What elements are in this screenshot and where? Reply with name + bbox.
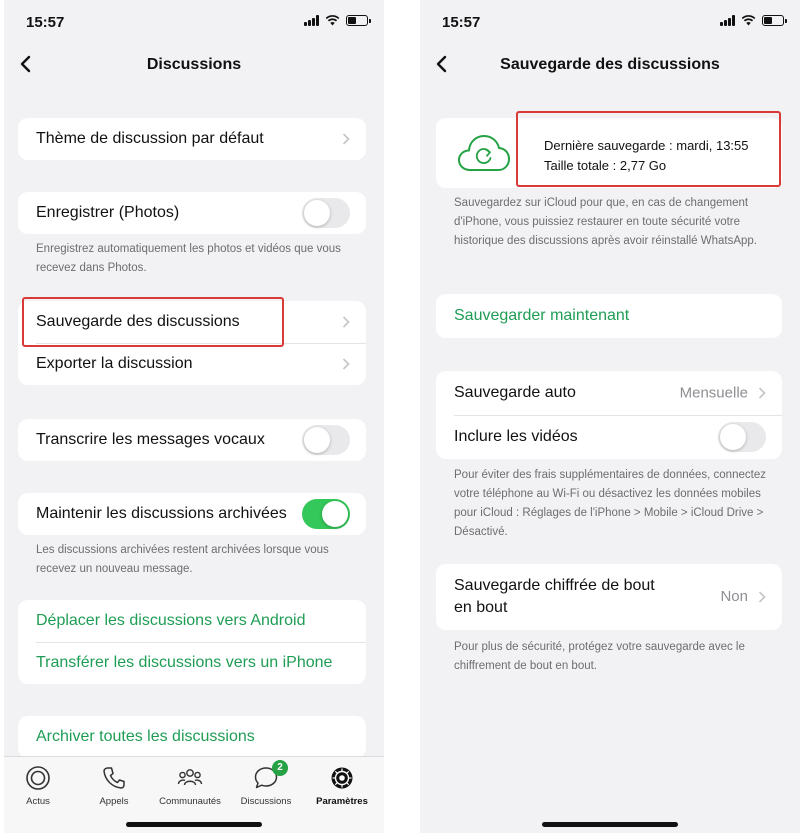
status-icons: [304, 15, 371, 26]
save-photos-toggle[interactable]: [302, 198, 350, 228]
export-chat-row[interactable]: Exporter la discussion: [18, 343, 366, 385]
home-indicator: [542, 822, 678, 827]
tab-communities[interactable]: Communautés: [152, 765, 228, 807]
backup-export-card: Sauvegarde des discussions Exporter la d…: [18, 301, 366, 385]
encrypted-backup-label-line2: en bout: [454, 599, 508, 616]
tab-bar: Actus Appels Communautés 2 Discussions P…: [4, 756, 384, 833]
chevron-right-icon: [342, 358, 350, 370]
save-photos-label: Enregistrer (Photos): [36, 204, 180, 221]
page-title: Sauvegarde des discussions: [500, 56, 720, 73]
backup-info-card: Dernière sauvegarde : mardi, 13:55 Taill…: [436, 118, 782, 188]
last-backup-text: Dernière sauvegarde : mardi, 13:55: [544, 138, 749, 153]
tab-chats[interactable]: 2 Discussions: [228, 760, 304, 807]
home-indicator: [126, 822, 262, 827]
chat-backup-label: Sauvegarde des discussions: [36, 313, 240, 330]
right-phone-screen: 15:57 Sauvegarde des discussions Dernièr…: [420, 0, 800, 833]
page-title: Discussions: [146, 56, 242, 73]
transcribe-toggle[interactable]: [302, 425, 350, 455]
tab-label: Discussions: [240, 796, 292, 807]
navigation-bar: Sauvegarde des discussions: [420, 46, 800, 86]
total-size-text: Taille totale : 2,77 Go: [544, 158, 667, 173]
mobile-data-note: Pour éviter des frais supplémentaires de…: [454, 469, 766, 538]
backup-now-label: Sauvegarder maintenant: [454, 307, 630, 324]
wifi-icon: [741, 15, 756, 26]
keep-archived-card: Maintenir les discussions archivées: [18, 493, 366, 535]
encrypted-backup-value: Non: [720, 588, 748, 605]
tab-calls[interactable]: Appels: [76, 765, 152, 807]
archive-all-row[interactable]: Archiver toutes les discussions: [18, 716, 366, 758]
include-videos-row: Inclure les vidéos: [436, 415, 782, 459]
backup-details: Dernière sauvegarde : mardi, 13:55 Taill…: [544, 136, 749, 176]
navigation-bar: Discussions: [4, 46, 384, 86]
chevron-right-icon: [342, 133, 350, 145]
chevron-right-icon: [758, 387, 766, 399]
backup-now-button[interactable]: Sauvegarder maintenant: [436, 294, 782, 338]
transcribe-label: Transcrire les messages vocaux: [36, 431, 265, 448]
encrypted-backup-row[interactable]: Sauvegarde chiffrée de bout en bout Non: [436, 564, 782, 630]
encrypted-backup-label-line1: Sauvegarde chiffrée de bout: [454, 577, 655, 594]
tab-label: Actus: [26, 796, 50, 807]
cellular-signal-icon: [720, 15, 735, 26]
tab-updates[interactable]: Actus: [4, 765, 76, 807]
transcribe-card: Transcrire les messages vocaux: [18, 419, 366, 461]
keep-archived-row: Maintenir les discussions archivées: [18, 493, 366, 535]
cellular-signal-icon: [304, 15, 319, 26]
unread-badge: 2: [272, 760, 288, 776]
backup-now-card: Sauvegarder maintenant: [436, 294, 782, 338]
archive-all-label: Archiver toutes les discussions: [36, 728, 255, 745]
tab-label: Communautés: [159, 796, 221, 807]
status-time: 15:57: [26, 14, 65, 31]
tab-settings[interactable]: Paramètres: [304, 765, 380, 807]
phone-icon: [103, 767, 125, 789]
keep-archived-toggle[interactable]: [302, 499, 350, 529]
keep-archived-note: Les discussions archivées restent archiv…: [36, 544, 329, 575]
include-videos-label: Inclure les vidéos: [454, 428, 578, 445]
keep-archived-label: Maintenir les discussions archivées: [36, 505, 287, 522]
status-bar: 15:57: [4, 0, 384, 44]
move-to-android-label: Déplacer les discussions vers Android: [36, 612, 306, 629]
chevron-right-icon: [342, 316, 350, 328]
save-photos-note: Enregistrez automatiquement les photos e…: [36, 243, 341, 274]
encrypted-backup-card: Sauvegarde chiffrée de bout en bout Non: [436, 564, 782, 630]
icloud-backup-note: Sauvegardez sur iCloud pour que, en cas …: [454, 197, 757, 247]
left-phone-screen: 15:57 Discussions Thème de discussion pa…: [4, 0, 384, 833]
communities-icon: [177, 769, 203, 786]
cloud-sync-icon: [458, 135, 510, 171]
move-to-android-row[interactable]: Déplacer les discussions vers Android: [18, 600, 366, 642]
auto-backup-value: Mensuelle: [679, 384, 748, 402]
tab-label: Appels: [99, 796, 129, 807]
status-icons: [720, 15, 787, 26]
tab-label: Paramètres: [316, 796, 368, 807]
transfer-card: Déplacer les discussions vers Android Tr…: [18, 600, 366, 684]
chevron-right-icon: [758, 591, 766, 603]
theme-label: Thème de discussion par défaut: [36, 130, 264, 147]
save-photos-row: Enregistrer (Photos): [18, 192, 366, 234]
export-chat-label: Exporter la discussion: [36, 355, 193, 372]
theme-row[interactable]: Thème de discussion par défaut: [18, 118, 366, 160]
theme-card: Thème de discussion par défaut: [18, 118, 366, 160]
wifi-icon: [325, 15, 340, 26]
auto-backup-card: Sauvegarde auto Mensuelle Inclure les vi…: [436, 371, 782, 459]
status-bar: 15:57: [420, 0, 800, 44]
transcribe-row: Transcrire les messages vocaux: [18, 419, 366, 461]
auto-backup-label: Sauvegarde auto: [454, 384, 576, 401]
updates-icon: [26, 766, 50, 790]
status-time: 15:57: [442, 14, 481, 31]
include-videos-toggle[interactable]: [718, 422, 766, 452]
transfer-to-iphone-row[interactable]: Transférer les discussions vers un iPhon…: [18, 642, 366, 684]
archive-all-card: Archiver toutes les discussions: [18, 716, 366, 758]
transfer-to-iphone-label: Transférer les discussions vers un iPhon…: [36, 654, 333, 671]
battery-icon: [346, 15, 371, 26]
encryption-note: Pour plus de sécurité, protégez votre sa…: [454, 641, 745, 672]
settings-gear-icon: [331, 767, 353, 789]
battery-icon: [762, 15, 787, 26]
auto-backup-row[interactable]: Sauvegarde auto Mensuelle: [436, 371, 782, 415]
save-photos-card: Enregistrer (Photos): [18, 192, 366, 234]
screenshot-stage: 15:57 Discussions Thème de discussion pa…: [0, 0, 802, 833]
chat-backup-row[interactable]: Sauvegarde des discussions: [18, 301, 366, 343]
